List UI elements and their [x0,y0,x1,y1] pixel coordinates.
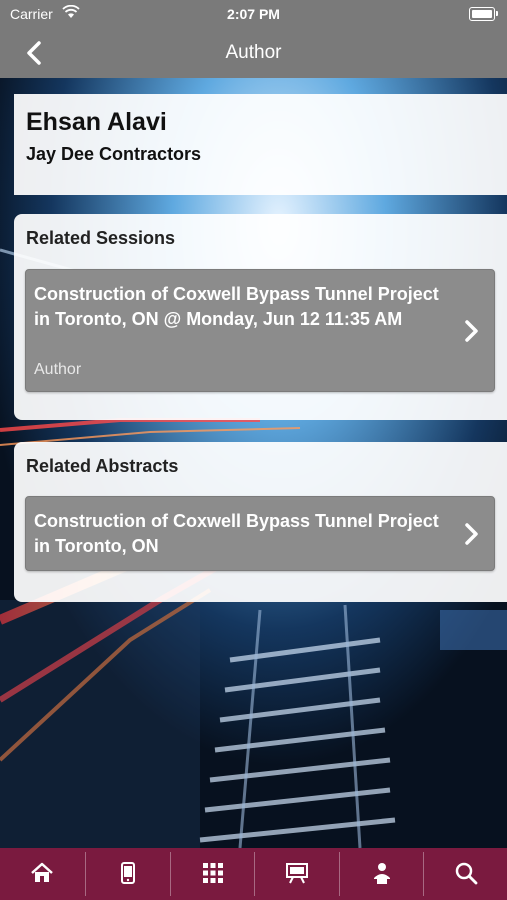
speaker-icon [374,863,390,884]
related-sessions-section: Related Sessions Construction of Coxwell… [14,214,507,420]
session-role: Author [34,361,82,378]
grid-icon [203,863,223,883]
tab-home[interactable] [0,848,84,900]
abstract-title: Construction of Coxwell Bypass Tunnel Pr… [34,511,439,556]
tab-search[interactable] [424,848,507,900]
author-card: Ehsan Alavi Jay Dee Contractors [14,94,507,195]
chevron-right-icon [465,320,478,342]
author-name: Ehsan Alavi [26,108,167,136]
author-organization: Jay Dee Contractors [26,144,202,164]
status-time: 2:07 PM [227,6,280,22]
tab-presentations[interactable] [255,848,339,900]
status-bar: Carrier 2:07 PM [0,0,507,28]
session-title: Construction of Coxwell Bypass Tunnel Pr… [34,284,439,329]
search-icon [455,862,478,885]
home-icon [31,862,53,882]
page-title: Author [225,42,282,63]
tab-grid[interactable] [171,848,255,900]
mobile-icon [121,862,135,884]
chevron-right-icon [465,523,478,545]
navigation-bar: Author [0,28,507,78]
abstract-list-item[interactable]: Construction of Coxwell Bypass Tunnel Pr… [25,496,495,571]
related-abstracts-section: Related Abstracts Construction of Coxwel… [14,442,507,602]
related-abstracts-heading: Related Abstracts [26,456,179,476]
session-list-item[interactable]: Construction of Coxwell Bypass Tunnel Pr… [25,269,495,392]
tab-speakers[interactable] [340,848,424,900]
related-sessions-heading: Related Sessions [26,228,176,248]
battery-icon [469,7,498,21]
bottom-tab-bar [0,848,507,900]
tab-mobile[interactable] [86,848,170,900]
presentation-icon [286,863,308,884]
